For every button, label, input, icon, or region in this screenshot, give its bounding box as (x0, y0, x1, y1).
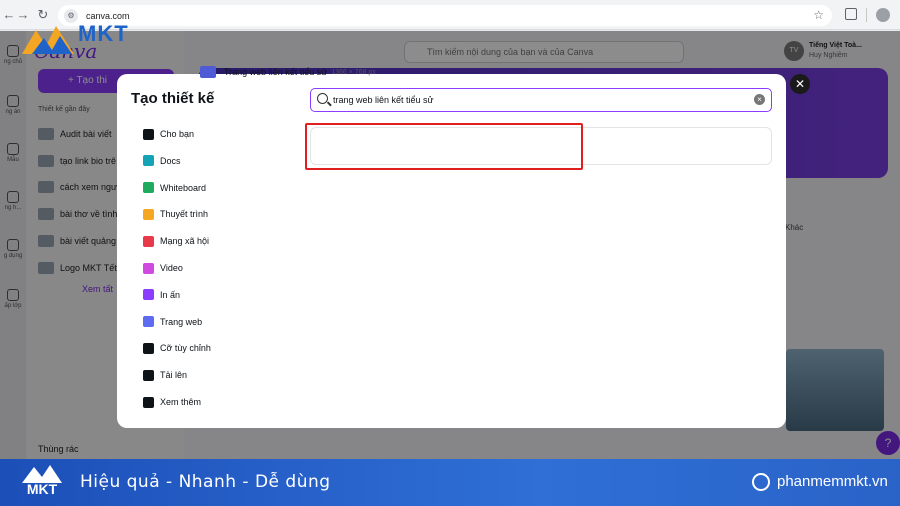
design-search-field[interactable] (333, 92, 743, 108)
footer-slogan: Hiệu quả - Nhanh - Dễ dùng (80, 472, 331, 492)
extensions-icon[interactable] (845, 8, 857, 20)
category-label: Video (160, 263, 183, 273)
category-label: Xem thêm (160, 397, 202, 407)
profile-avatar[interactable] (876, 8, 890, 22)
sparkle-icon (143, 128, 154, 140)
search-result-item[interactable]: Trang web liên kết tiểu sử 1366 × 768 px (200, 60, 376, 84)
presentation-icon (143, 208, 154, 220)
custom-size-icon (143, 342, 154, 354)
category-label: Cỡ tùy chỉnh (160, 343, 211, 354)
result-label: Trang web liên kết tiểu sử (224, 67, 328, 77)
category-item[interactable]: Video (143, 259, 183, 277)
toolbar-divider (866, 8, 867, 22)
highlight-box (305, 123, 583, 170)
mkt-logo-icon (22, 26, 74, 54)
mkt-footer-text: MKT (26, 481, 58, 497)
website-icon (200, 66, 216, 78)
category-item[interactable]: Mạng xã hội (143, 232, 209, 250)
globe-icon (752, 473, 770, 491)
modal-title: Tạo thiết kế (131, 90, 215, 107)
design-search-input[interactable]: × (310, 88, 772, 112)
category-item[interactable]: Whiteboard (143, 179, 206, 197)
category-label: Tải lên (160, 370, 188, 381)
search-icon (317, 93, 328, 104)
docs-icon (143, 155, 154, 167)
category-label: In ấn (160, 289, 181, 300)
mkt-watermark: MKT (18, 18, 148, 58)
back-icon[interactable]: ← (2, 8, 16, 22)
category-item[interactable]: In ấn (143, 286, 180, 304)
mkt-watermark-text: MKT (78, 21, 129, 46)
category-item[interactable]: Cỡ tùy chỉnh (143, 339, 211, 357)
category-item[interactable]: Thuyết trình (143, 205, 208, 223)
category-label: Thuyết trình (160, 209, 209, 220)
category-item[interactable]: Trang web (143, 313, 202, 331)
result-dimensions: 1366 × 768 px (331, 68, 376, 76)
footer-website: phanmemmkt.vn (777, 473, 888, 490)
category-item[interactable]: Xem thêm (143, 393, 201, 411)
mkt-footer-logo: MKT (20, 463, 64, 503)
website-icon (143, 316, 154, 328)
video-icon (143, 262, 154, 274)
category-label: Docs (160, 155, 181, 166)
brand-footer: MKT Hiệu quả - Nhanh - Dễ dùng phanmemmk… (0, 459, 900, 506)
category-item[interactable]: Cho bạn (143, 125, 194, 143)
category-label: Mạng xã hội (160, 236, 210, 247)
whiteboard-icon (143, 182, 154, 194)
print-icon (143, 289, 154, 301)
category-item[interactable]: Docs (143, 152, 181, 170)
category-label: Whiteboard (160, 182, 207, 193)
heart-icon (143, 235, 154, 247)
address-bar[interactable]: ⚙ canva.com ☆ (58, 5, 832, 26)
bookmark-star-icon[interactable]: ☆ (813, 8, 824, 22)
category-label: Trang web (160, 316, 203, 327)
category-item[interactable]: Tải lên (143, 366, 187, 384)
clear-search-icon[interactable]: × (754, 94, 765, 105)
upload-icon (143, 369, 154, 381)
more-icon (143, 396, 154, 408)
close-modal-button[interactable]: ✕ (790, 74, 810, 94)
category-label: Cho bạn (160, 129, 195, 139)
